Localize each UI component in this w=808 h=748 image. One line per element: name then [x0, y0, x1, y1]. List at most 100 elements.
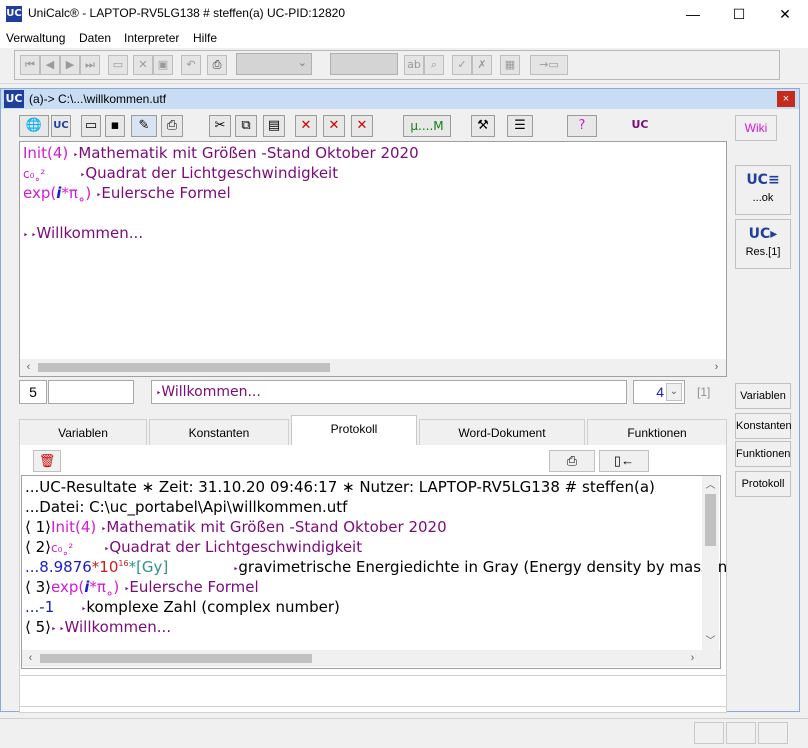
delete-right-icon[interactable]: ✕ — [351, 115, 373, 137]
scroll-right-icon[interactable]: › — [684, 650, 701, 667]
editor-line: Init(4) ‣Mathematik mit Größen -Stand Ok… — [23, 144, 419, 162]
menu-daten[interactable]: Daten — [79, 31, 111, 45]
protocol-entry: ...-1 ‣komplexe Zahl (complex number) — [25, 598, 340, 616]
tab-word-dokument[interactable]: Word-Dokument — [419, 419, 585, 445]
protocol-output[interactable]: ...UC-Resultate ∗ Zeit: 31.10.20 09:46:1… — [21, 475, 727, 669]
export-icon[interactable]: ▯← — [599, 450, 649, 472]
delete-left-icon[interactable]: ✕ — [295, 115, 317, 137]
scroll-up-icon[interactable]: ︿ — [702, 476, 719, 491]
last-record-icon[interactable]: ⏭ — [80, 55, 100, 75]
close-button[interactable]: ✕ — [762, 0, 808, 28]
next-record-icon[interactable]: ▶ — [60, 55, 80, 75]
abc-icon[interactable]: ab — [404, 55, 424, 75]
uc-list-icon[interactable]: UC — [51, 115, 71, 137]
status-divider — [0, 718, 808, 719]
protocol-hscrollbar[interactable]: ‹ › — [22, 650, 720, 667]
spellcheck-icon[interactable]: ✓ — [452, 55, 472, 75]
clear-check-icon[interactable]: ✗ — [472, 55, 492, 75]
ok-label: ...ok — [752, 192, 774, 204]
funktionen-side-button[interactable]: Funktionen — [735, 441, 791, 467]
scroll-thumb[interactable] — [38, 363, 330, 372]
scroll-thumb[interactable] — [40, 654, 312, 663]
entry-prefix: ⟨ 3⟩ — [25, 578, 52, 596]
tab-variablen[interactable]: Variablen — [19, 419, 147, 445]
editor-comment: Quadrat der Lichtgeschwindigkeit — [85, 164, 339, 182]
cut-icon[interactable]: ✂ — [209, 115, 231, 137]
unicalc-logo-icon: UC — [4, 90, 24, 108]
print-icon[interactable]: ⎙ — [549, 450, 595, 472]
tab-konstanten[interactable]: Konstanten — [149, 419, 289, 445]
units-button[interactable]: µ....M — [403, 115, 451, 137]
scroll-left-icon[interactable]: ‹ — [20, 359, 37, 376]
help-button[interactable]: ? — [567, 115, 597, 137]
protocol-entry: ⟨ 1⟩Init(4) ‣Mathematik mit Größen -Stan… — [25, 518, 447, 536]
status-bar — [0, 714, 808, 748]
count-select[interactable]: 4 ⌄ — [633, 380, 685, 404]
chevron-down-icon[interactable]: ⌄ — [666, 383, 682, 401]
menu-hilfe[interactable]: Hilfe — [193, 31, 217, 45]
entry-text: Eulersche Formel — [129, 578, 259, 596]
document-close-button[interactable]: × — [777, 91, 795, 107]
find-icon[interactable]: ⌕ — [424, 55, 444, 75]
print-icon[interactable]: ⎙ — [207, 55, 227, 75]
result-button[interactable]: UC▸ Res.[1] — [735, 219, 791, 269]
scroll-right-icon[interactable]: › — [708, 359, 725, 376]
scroll-left-icon[interactable]: ‹ — [22, 650, 39, 667]
tools-icon[interactable]: ⚒ — [471, 115, 495, 137]
line-number-field[interactable]: 5 — [19, 380, 47, 404]
format-icon[interactable]: ☰ — [507, 115, 533, 137]
copy-icon[interactable]: ⧉ — [235, 115, 257, 137]
uc-result-icon: UC▸ — [748, 226, 778, 242]
toolbar-combo[interactable]: ⌄ — [236, 53, 312, 75]
protocol-vscrollbar[interactable]: ︿ ﹀ — [702, 476, 719, 650]
print-icon[interactable]: ⎙ — [161, 115, 183, 137]
uc-icon[interactable]: UC — [629, 115, 651, 137]
edit-icon[interactable]: ✎ — [131, 115, 157, 137]
input-prefix-field[interactable] — [48, 380, 134, 404]
ok-button[interactable]: UC≡ ...ok — [735, 165, 791, 215]
entry-text: Mathematik mit Größen -Stand Oktober 202… — [106, 518, 447, 536]
variablen-side-button[interactable]: Variablen — [735, 383, 791, 409]
paste-icon[interactable]: ▤ — [263, 115, 285, 137]
undo-icon[interactable]: ↶ — [181, 55, 201, 75]
entry-prefix: ⟨ 2⟩ — [25, 538, 52, 556]
command-input[interactable]: ‣Willkommen... — [151, 380, 627, 404]
chevron-down-icon: ⌄ — [297, 57, 307, 69]
table-icon[interactable]: ▦ — [500, 55, 520, 75]
first-record-icon[interactable]: ⏮ — [20, 55, 40, 75]
save-icon[interactable]: ▪ — [105, 115, 125, 137]
menu-interpreter[interactable]: Interpreter — [124, 31, 179, 45]
bottom-panel — [19, 675, 727, 707]
insert-icon[interactable]: →▭ — [530, 55, 568, 75]
maximize-button[interactable]: ☐ — [716, 0, 762, 28]
minimize-button[interactable]: — — [670, 0, 716, 28]
protocol-entry: ⟨ 5⟩‣ ‣Willkommen... — [25, 618, 171, 636]
delete-icon[interactable]: ✕ — [133, 55, 153, 75]
trash-icon[interactable]: 🗑 — [33, 450, 61, 472]
toolbar-field[interactable] — [330, 53, 398, 75]
globe-icon[interactable]: 🌐 — [19, 115, 49, 137]
title-bar: UC UniCalc® - LAPTOP-RV5LG138 # steffen(… — [0, 0, 808, 28]
protocol-header: ...UC-Resultate ∗ Zeit: 31.10.20 09:46:1… — [25, 478, 655, 496]
new-document-icon[interactable]: ▭ — [108, 55, 128, 75]
code-editor[interactable]: Init(4) ‣Mathematik mit Größen -Stand Ok… — [19, 141, 727, 377]
wiki-button[interactable]: Wiki — [735, 115, 777, 141]
tab-funktionen[interactable]: Funktionen — [587, 419, 727, 445]
editor-code-rest: *π˳) — [61, 184, 92, 202]
open-folder-icon[interactable]: ▭ — [81, 115, 101, 137]
scroll-down-icon[interactable]: ﹀ — [702, 632, 719, 647]
prev-record-icon[interactable]: ◀ — [40, 55, 60, 75]
protokoll-side-button[interactable]: Protokoll — [735, 471, 791, 497]
editor-code: c₀˳² — [23, 167, 46, 181]
konstanten-side-button[interactable]: Konstanten — [735, 413, 792, 439]
menu-verwaltung[interactable]: Verwaltung — [6, 31, 65, 45]
entry-text: Quadrat der Lichtgeschwindigkeit — [109, 538, 363, 556]
save-icon[interactable]: ▣ — [153, 55, 173, 75]
editor-hscrollbar[interactable]: ‹ › — [20, 359, 726, 376]
scroll-thumb[interactable] — [705, 494, 716, 546]
unicalc-logo-icon: UC — [6, 6, 22, 22]
entry-code: c₀˳² — [51, 541, 74, 555]
tab-protokoll[interactable]: Protokoll — [291, 415, 417, 446]
delete-line-icon[interactable]: ✕ — [323, 115, 345, 137]
editor-code: exp( — [23, 184, 57, 202]
